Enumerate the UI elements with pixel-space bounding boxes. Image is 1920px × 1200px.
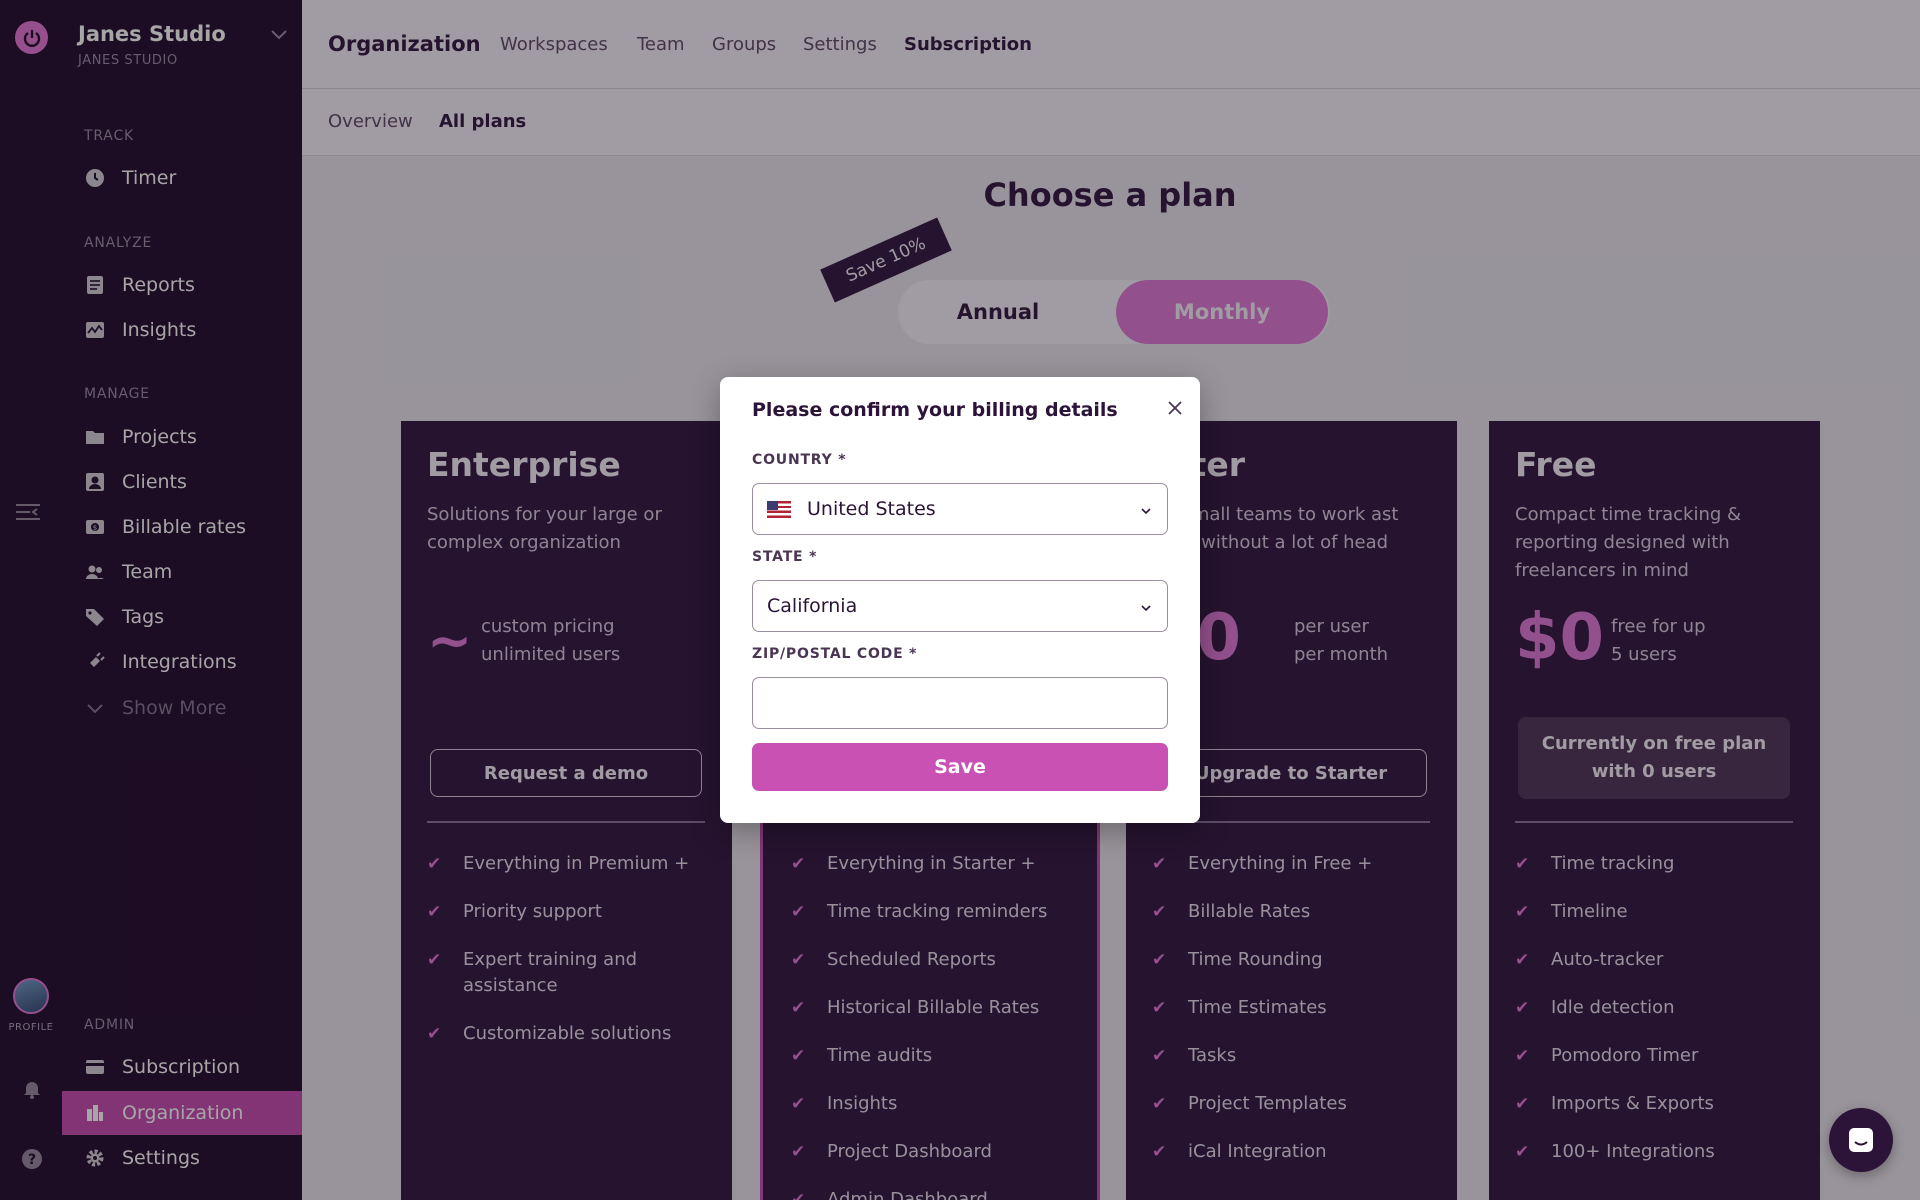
zip-input[interactable] [767, 678, 1167, 728]
country-value: United States [807, 498, 936, 520]
chat-support-button[interactable] [1829, 1108, 1893, 1172]
save-button[interactable]: Save [752, 743, 1168, 791]
state-select[interactable]: California [752, 580, 1168, 632]
country-label: COUNTRY * [752, 452, 847, 468]
chevron-down-icon [1139, 501, 1153, 515]
modal-title: Please confirm your billing details [752, 399, 1118, 421]
billing-details-modal: Please confirm your billing details COUN… [720, 377, 1200, 823]
state-value: California [767, 595, 858, 617]
us-flag-icon [767, 500, 791, 518]
zip-field[interactable] [752, 677, 1168, 729]
country-select[interactable]: United States [752, 483, 1168, 535]
chat-icon [1849, 1128, 1873, 1152]
chevron-down-icon [1139, 598, 1153, 612]
state-label: STATE * [752, 549, 818, 565]
sidebar-backdrop[interactable] [0, 0, 302, 1200]
zip-label: ZIP/POSTAL CODE * [752, 646, 918, 662]
close-icon[interactable] [1162, 395, 1188, 421]
